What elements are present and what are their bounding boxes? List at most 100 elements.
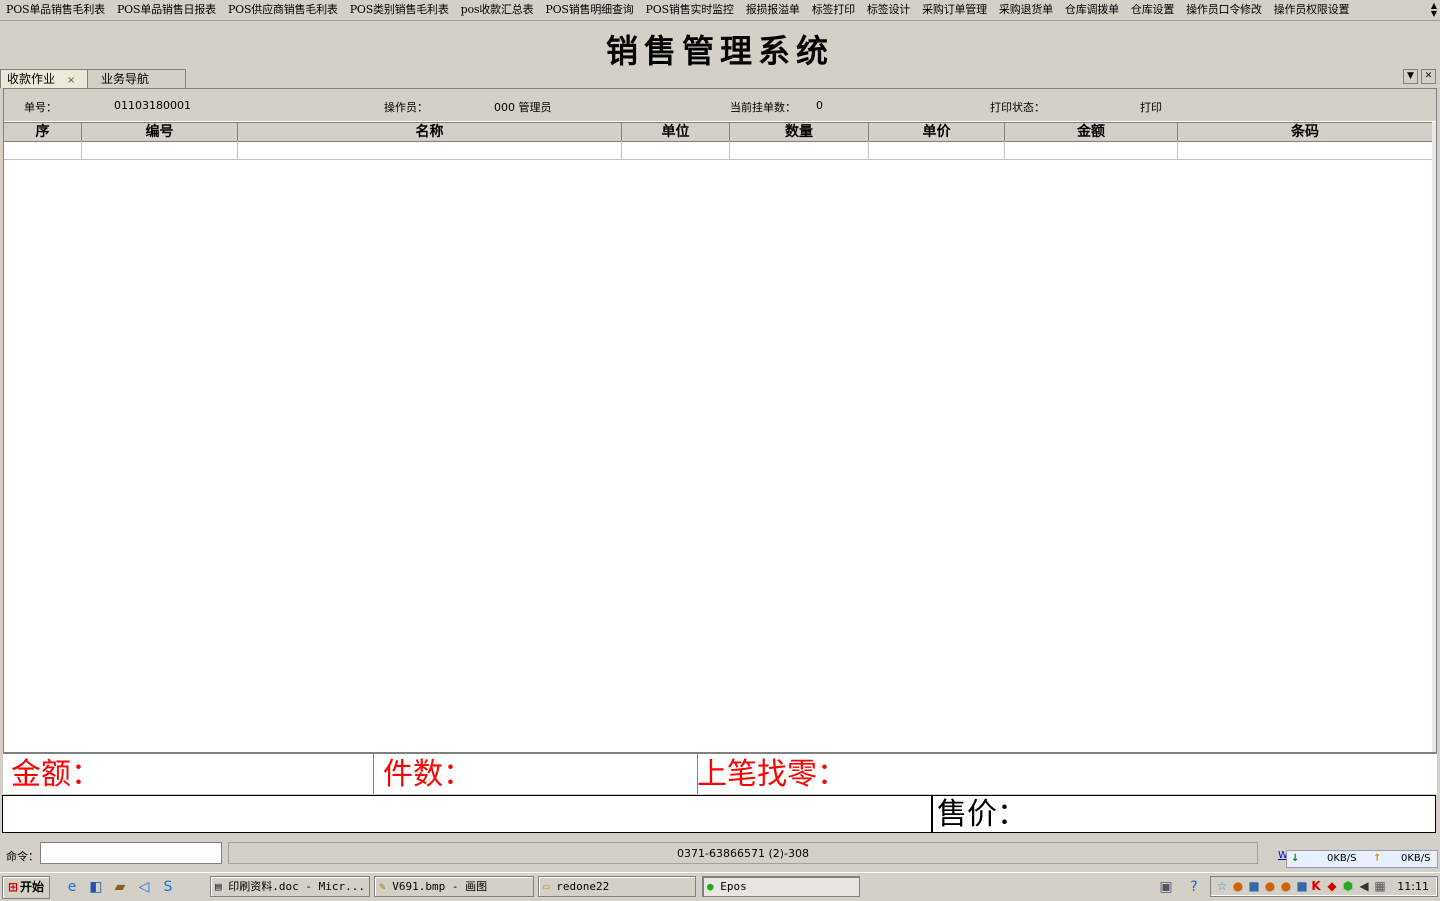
table-cell[interactable] (622, 141, 730, 159)
command-input[interactable] (40, 842, 222, 864)
command-label: 命令： (6, 850, 39, 863)
menu-item-pos-item-daily[interactable]: POS单品销售日报表 (111, 0, 222, 20)
menu-item-pos-supplier-margin[interactable]: POS供应商销售毛利表 (222, 0, 344, 20)
monitor-icon[interactable]: ■ (1247, 879, 1261, 893)
folder-icon: ▭ (543, 880, 557, 893)
tab-dropdown-button[interactable]: ▼ (1403, 69, 1418, 84)
menu-item-purchase-order[interactable]: 采购订单管理 (916, 0, 993, 20)
volume-icon[interactable]: ◀ (1357, 879, 1371, 893)
outlook-icon[interactable]: ◧ (88, 879, 104, 895)
task-label: redone22 (556, 880, 610, 893)
tab-checkout[interactable]: 收款作业 × (0, 69, 88, 88)
status-contact-text: 0371-63866571 (2)-308 (228, 842, 1258, 864)
connection-icon[interactable]: ◆ (1325, 879, 1339, 893)
ie-icon[interactable]: e (64, 879, 80, 895)
menu-item-warehouse-transfer[interactable]: 仓库调拨单 (1059, 0, 1125, 20)
task-label: 印刷资料.doc - Micr... (228, 880, 365, 893)
checkout-panel: 单号： 01103180001 操作员： 000 管理员 当前挂单数： 0 打印… (3, 88, 1437, 753)
paint-icon: ✎ (379, 880, 393, 893)
operator-value: 000 管理员 (494, 101, 552, 114)
help-icon[interactable]: ? (1186, 879, 1202, 895)
menu-scroll-control[interactable]: ▲ ▼ (1428, 1, 1440, 19)
vertical-scrollbar[interactable] (1432, 122, 1436, 752)
column-header-seq[interactable]: 序 (4, 123, 82, 141)
chevron-down-icon: ▼ (1407, 71, 1414, 81)
task-paint[interactable]: ✎ V691.bmp - 画图 (374, 876, 534, 897)
column-header-barcode[interactable]: 条码 (1178, 123, 1432, 141)
table-header: 序 编号 名称 单位 数量 单价 金额 条码 (4, 122, 1432, 142)
order-no-label: 单号： (24, 101, 57, 114)
shield-icon[interactable]: ⬢ (1341, 879, 1355, 893)
task-word-document[interactable]: ▤ 印刷资料.doc - Micr... (210, 876, 370, 897)
table-cell[interactable] (238, 141, 622, 159)
upload-arrow-icon: ↑ (1373, 853, 1382, 864)
column-header-name[interactable]: 名称 (238, 123, 622, 141)
menu-item-pos-category-margin[interactable]: POS类别销售毛利表 (344, 0, 455, 20)
close-icon: ✕ (1424, 71, 1433, 81)
print-status-label: 打印状态： (990, 101, 1045, 114)
order-no-value: 01103180001 (114, 99, 191, 112)
tab-strip: 收款作业 × 业务导航 (0, 69, 1440, 88)
order-info-bar: 单号： 01103180001 操作员： 000 管理员 当前挂单数： 0 打印… (4, 89, 1436, 121)
column-header-unit[interactable]: 单位 (622, 123, 730, 141)
windows-flag-icon: ⊞ (7, 880, 19, 894)
totals-bar: 金额： 件数： 上笔找零： (3, 753, 1437, 794)
menu-item-purchase-return[interactable]: 采购退货单 (993, 0, 1059, 20)
antivirus-icon[interactable]: K (1309, 879, 1323, 893)
total-amount-label: 金额： (11, 757, 101, 792)
book-icon[interactable]: ▰ (112, 879, 128, 895)
skype-icon[interactable]: S (160, 879, 176, 895)
menu-item-label-print[interactable]: 标签打印 (806, 0, 861, 20)
table-row[interactable] (4, 141, 1432, 160)
barcode-input[interactable]: 售价： (2, 795, 1436, 833)
chevron-down-icon: ▼ (1430, 9, 1438, 18)
utility-icon[interactable]: ▦ (1373, 879, 1387, 893)
qq-icon[interactable]: ● (1231, 879, 1245, 893)
messenger-icon[interactable]: ◁ (136, 879, 152, 895)
qq-icon[interactable]: ● (1279, 879, 1293, 893)
download-arrow-icon: ↓ (1291, 853, 1300, 864)
column-header-unit-price[interactable]: 单价 (869, 123, 1005, 141)
menu-item-loss-overflow[interactable]: 报损报溢单 (740, 0, 806, 20)
divider (373, 754, 374, 794)
tab-close-button[interactable]: ✕ (1421, 69, 1436, 84)
table-cell[interactable] (82, 141, 238, 159)
menu-item-pos-payment-summary[interactable]: pos收款汇总表 (455, 0, 540, 20)
table-cell[interactable] (4, 141, 82, 159)
task-label: V691.bmp - 画图 (392, 880, 488, 893)
item-count-label: 件数： (383, 757, 473, 792)
operator-label: 操作员： (384, 101, 428, 114)
close-icon[interactable]: × (67, 75, 75, 86)
tab-business-navigation[interactable]: 业务导航 (86, 69, 186, 88)
qq-icon[interactable]: ● (1263, 879, 1277, 893)
print-status-value: 打印 (1140, 101, 1162, 114)
menu-item-operator-permissions[interactable]: 操作员权限设置 (1268, 0, 1356, 20)
task-epos[interactable]: ● Epos (702, 876, 860, 897)
column-header-amount[interactable]: 金额 (1005, 123, 1178, 141)
table-cell[interactable] (730, 141, 869, 159)
monitor-icon[interactable]: ■ (1295, 879, 1309, 893)
menu-item-pos-sales-detail[interactable]: POS销售明细查询 (539, 0, 639, 20)
menu-item-label-design[interactable]: 标签设计 (861, 0, 916, 20)
hold-count-value: 0 (816, 99, 823, 112)
menu-item-pos-item-margin[interactable]: POS单品销售毛利表 (0, 0, 111, 20)
start-button[interactable]: ⊞ 开始 (2, 876, 50, 899)
start-label: 开始 (20, 880, 45, 894)
task-folder[interactable]: ▭ redone22 (538, 876, 696, 897)
menu-item-pos-realtime-monitor[interactable]: POS销售实时监控 (640, 0, 740, 20)
sale-price-label: 售价： (931, 796, 1027, 832)
menu-item-warehouse-settings[interactable]: 仓库设置 (1125, 0, 1180, 20)
column-header-code[interactable]: 编号 (82, 123, 238, 141)
table-cell[interactable] (1005, 141, 1178, 159)
table-cell[interactable] (869, 141, 1005, 159)
table-cell[interactable] (1178, 141, 1432, 159)
star-icon[interactable]: ☆ (1215, 879, 1229, 893)
column-header-quantity[interactable]: 数量 (730, 123, 869, 141)
system-tray: ☆ ● ■ ● ● ■ K ◆ ⬢ ◀ ▦ 11:11 (1210, 876, 1438, 897)
network-icon[interactable]: ▣ (1158, 879, 1174, 895)
menu-item-operator-password[interactable]: 操作员口令修改 (1180, 0, 1268, 20)
hold-count-label: 当前挂单数： (730, 101, 796, 114)
download-speed: 0KB/S (1327, 853, 1357, 864)
network-speed-monitor: ↓ 0KB/S ↑ 0KB/S (1286, 850, 1438, 868)
upload-speed: 0KB/S (1401, 853, 1431, 864)
